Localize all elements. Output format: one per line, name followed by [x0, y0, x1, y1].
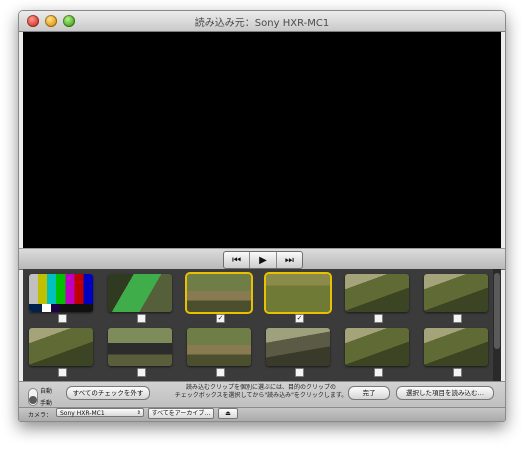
clip-checkbox[interactable]: [137, 314, 146, 323]
clip-thumbnail[interactable]: [424, 328, 488, 366]
import-mode-toggle[interactable]: [28, 388, 38, 406]
clip-checkbox[interactable]: ✓: [295, 314, 304, 323]
playback-bar: ⏮ ▶ ⏭: [19, 248, 505, 270]
clip-thumbnail[interactable]: [29, 274, 93, 312]
playback-controls: ⏮ ▶ ⏭: [223, 251, 303, 269]
clip-thumbnail[interactable]: [266, 328, 330, 366]
clip-checkbox[interactable]: [453, 314, 462, 323]
clip-checkbox[interactable]: [137, 368, 146, 377]
done-button[interactable]: 完了: [348, 386, 390, 400]
clip-checkbox[interactable]: [374, 368, 383, 377]
scrollbar-thumb[interactable]: [494, 273, 500, 349]
clip-thumbnail[interactable]: [29, 328, 93, 366]
skip-forward-icon: ⏭: [284, 254, 294, 266]
clip-thumbnail[interactable]: [185, 272, 253, 314]
skip-forward-button[interactable]: ⏭: [277, 252, 302, 268]
play-button[interactable]: ▶: [250, 252, 277, 268]
skip-back-icon: ⏮: [232, 254, 242, 266]
eject-button[interactable]: ⏏: [218, 408, 238, 419]
select-arrow-icon: ⇕: [136, 410, 141, 416]
clip-thumbnail[interactable]: [345, 328, 409, 366]
skip-back-button[interactable]: ⏮: [224, 252, 251, 268]
eject-icon: ⏏: [225, 410, 231, 417]
manual-label: 手動: [40, 400, 53, 407]
uncheck-all-button[interactable]: すべてのチェックを外す: [66, 386, 150, 400]
clip-thumbnail[interactable]: [108, 274, 172, 312]
archive-all-button[interactable]: すべてをアーカイブ…: [148, 408, 214, 419]
clip-checkbox[interactable]: [453, 368, 462, 377]
toggle-knob: [29, 396, 37, 404]
import-instructions: 読み込むクリップを個別に選ぶには、目的のクリップの チェックボックスを選択してか…: [166, 384, 356, 400]
import-window: 読み込み元：Sony HXR-MC1 ⏮ ▶ ⏭ ✓ ✓: [18, 10, 506, 422]
clip-checkbox[interactable]: [58, 314, 67, 323]
import-selected-button[interactable]: 選択した項目を読み込む…: [396, 386, 494, 400]
clip-thumbnail[interactable]: [264, 272, 332, 314]
camera-select[interactable]: Sony HXR-MC1 ⇕: [56, 408, 144, 417]
color-bars-bottom: [29, 304, 93, 312]
clip-thumbnail[interactable]: [187, 328, 251, 366]
title-bar[interactable]: 読み込み元：Sony HXR-MC1: [19, 11, 505, 32]
instruction-line-2: チェックボックスを選択してから"読み込み"をクリックします。: [174, 392, 348, 399]
clip-thumbnail[interactable]: [424, 274, 488, 312]
clip-checkbox[interactable]: [58, 368, 67, 377]
camera-select-value: Sony HXR-MC1: [60, 410, 105, 417]
play-icon: ▶: [259, 254, 267, 266]
instruction-line-1: 読み込むクリップを個別に選ぶには、目的のクリップの: [185, 384, 336, 391]
window-title: 読み込み元：Sony HXR-MC1: [194, 18, 330, 29]
gallery-scrollbar[interactable]: [493, 269, 501, 381]
auto-label: 自動: [40, 388, 53, 395]
camera-label: カメラ：: [28, 412, 53, 419]
clip-gallery: ✓ ✓: [23, 269, 501, 381]
clip-checkbox[interactable]: ✓: [216, 314, 225, 323]
clip-checkbox[interactable]: [216, 368, 225, 377]
clip-checkbox[interactable]: [374, 314, 383, 323]
clip-checkbox[interactable]: [295, 368, 304, 377]
video-preview: [23, 32, 501, 248]
clip-thumbnail[interactable]: [108, 328, 172, 366]
clip-thumbnail[interactable]: [345, 274, 409, 312]
